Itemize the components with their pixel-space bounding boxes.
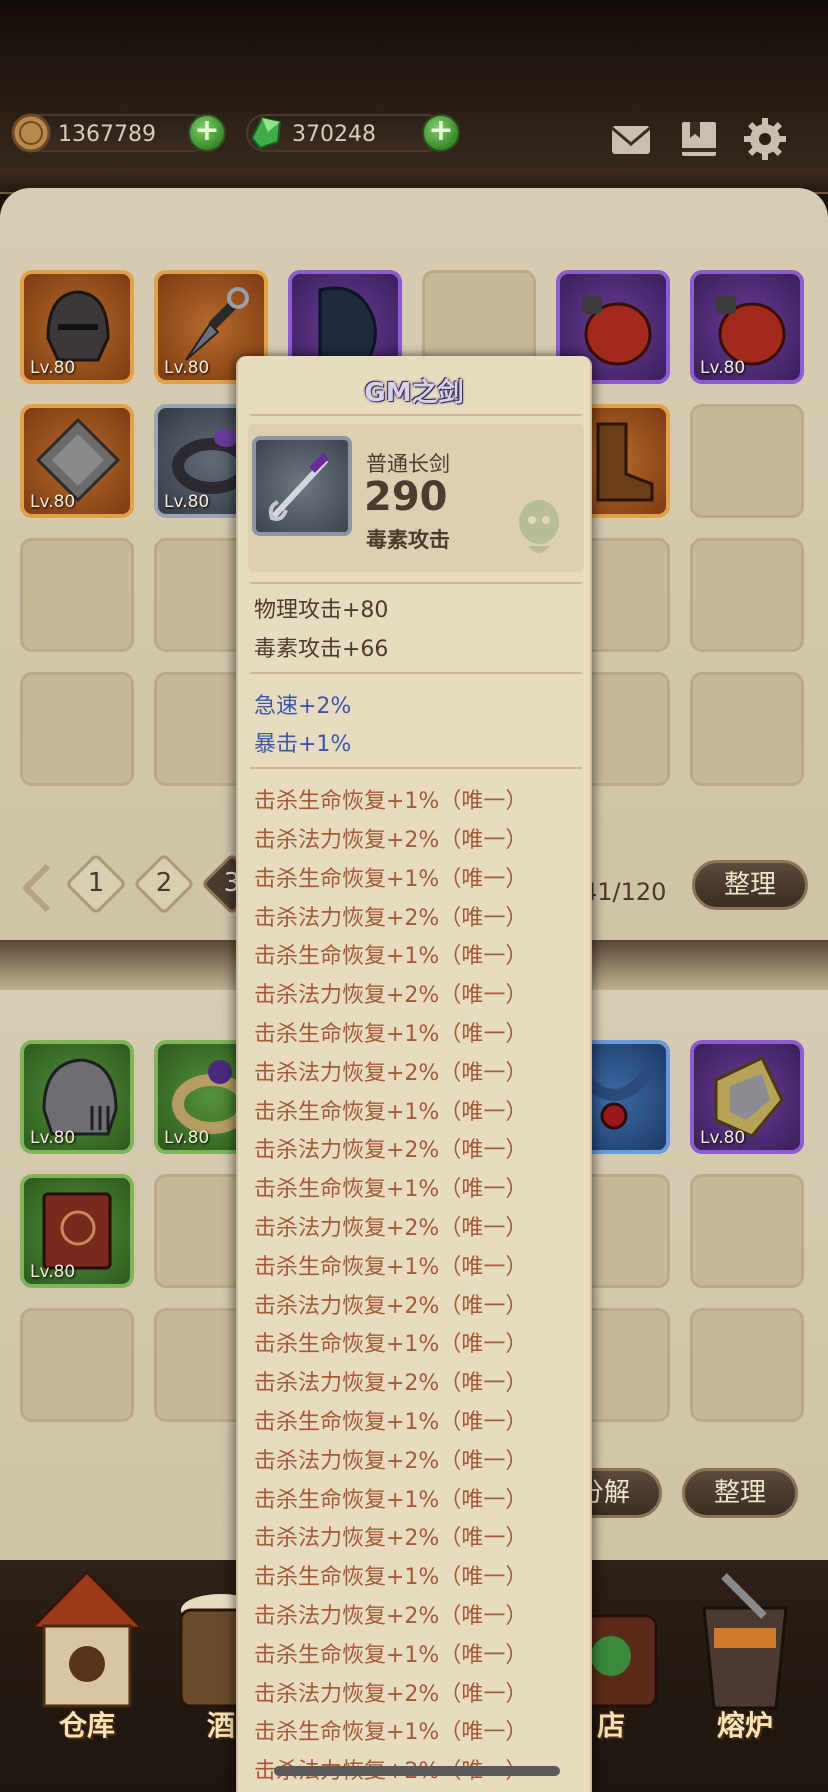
divider	[250, 671, 582, 674]
unique-stat: 击杀法力恢复+2%（唯一）	[254, 1448, 528, 1474]
nav-label: 熔炉	[716, 1709, 773, 1742]
damage-element: 毒素攻击	[366, 528, 450, 552]
equipment-slot-empty[interactable]	[690, 1308, 804, 1422]
mail-icon[interactable]	[608, 116, 654, 162]
sort-equipment-button[interactable]: 整理	[682, 1468, 798, 1518]
sort-button[interactable]: 整理	[692, 860, 808, 910]
inventory-slot[interactable]: Lv.80	[20, 270, 134, 384]
gold-coin-icon	[11, 113, 51, 153]
unique-stat: 击杀法力恢复+2%（唯一）	[254, 1604, 528, 1629]
unique-stat: 击杀法力恢复+2%（唯一）	[254, 1681, 528, 1707]
unique-stat: 击杀生命恢复+1%（唯一）	[254, 1254, 528, 1280]
base-stat: 物理攻击+80	[254, 598, 389, 623]
warehouse-icon	[28, 1569, 146, 1708]
divider	[250, 414, 582, 416]
item-level: Lv.80	[164, 358, 210, 378]
unique-stat: 击杀生命恢复+1%（唯一）	[254, 866, 528, 892]
unique-stat: 击杀法力恢复+2%（唯一）	[254, 1526, 528, 1552]
page-number: 2	[155, 868, 173, 898]
item-name: GM之剑	[364, 378, 464, 408]
bookmark-icon[interactable]	[676, 116, 722, 162]
unique-stat: 击杀生命恢复+1%（唯一）	[254, 1177, 528, 1203]
item-level: Lv.80	[30, 1128, 76, 1148]
equipment-slot-empty[interactable]	[690, 1174, 804, 1288]
nav-warehouse[interactable]: 仓库	[12, 1560, 162, 1760]
page-number: 1	[87, 868, 105, 898]
unique-stat: 击杀法力恢复+2%（唯一）	[254, 1060, 528, 1086]
inventory-slot[interactable]: Lv.80	[20, 404, 134, 518]
unique-stat: 击杀生命恢复+1%（唯一）	[254, 944, 528, 970]
divider	[250, 582, 582, 584]
green-gem-icon	[250, 116, 282, 150]
equipment-slot[interactable]: Lv.80	[20, 1174, 134, 1288]
settings-gear-icon[interactable]	[742, 116, 788, 162]
unique-stat: 击杀法力恢复+2%（唯一）	[254, 1371, 528, 1397]
unique-stat: 击杀法力恢复+2%（唯一）	[254, 983, 528, 1009]
unique-stat: 击杀生命恢复+1%（唯一）	[254, 789, 528, 815]
item-level: Lv.80	[30, 492, 76, 512]
equipment-slot[interactable]: Lv.80	[20, 1040, 134, 1154]
nav-label: 仓库	[58, 1709, 115, 1742]
item-level: Lv.80	[30, 1262, 76, 1282]
item-level: Lv.80	[30, 358, 76, 378]
unique-stat: 击杀生命恢复+1%（唯一）	[254, 1022, 528, 1047]
gem-currency: 370248 +	[246, 114, 460, 152]
inventory-slot-empty[interactable]	[690, 538, 804, 652]
gold-amount: 1367789	[58, 122, 156, 147]
inventory-slot[interactable]: Lv.80	[690, 270, 804, 384]
secondary-stat: 急速+2%	[254, 693, 352, 719]
unique-stat: 击杀生命恢复+1%（唯一）	[254, 1720, 528, 1746]
unique-stat: 击杀法力恢复+2%（唯一）	[254, 828, 528, 853]
unique-stat: 击杀生命恢复+1%（唯一）	[254, 1487, 528, 1513]
equipment-slot-empty[interactable]	[20, 1308, 134, 1422]
item-tooltip: GM之剑 普通长剑 290 毒素攻击 物理攻击+80 毒素攻击+66 急速+2% 暴击…	[236, 356, 592, 1792]
inventory-slot-empty[interactable]	[20, 538, 134, 652]
longsword-icon	[268, 453, 329, 521]
unique-stat: 击杀生命恢复+1%（唯一）	[254, 1642, 528, 1668]
unique-stat: 击杀法力恢复+2%（唯一）	[254, 1293, 528, 1319]
unique-stat: 击杀法力恢复+2%（唯一）	[254, 1138, 528, 1164]
add-gold-button[interactable]: +	[188, 114, 226, 152]
secondary-stat: 暴击+1%	[254, 732, 352, 758]
item-level: Lv.80	[164, 1128, 210, 1148]
base-stat: 毒素攻击+66	[254, 636, 389, 662]
slot-counter: 41/120	[582, 878, 667, 906]
item-level: Lv.80	[164, 492, 210, 512]
unique-stat: 击杀法力恢复+2%（唯一）	[254, 1216, 528, 1241]
item-power: 290	[364, 474, 448, 520]
home-indicator	[274, 1766, 560, 1776]
item-level: Lv.80	[700, 1128, 746, 1148]
chevron-left-icon[interactable]	[20, 862, 54, 914]
unique-stat: 击杀生命恢复+1%（唯一）	[254, 1099, 528, 1125]
gem-amount: 370248	[292, 122, 376, 147]
furnace-icon	[702, 1573, 788, 1710]
equipment-slot[interactable]: Lv.80	[690, 1040, 804, 1154]
inventory-slot-empty[interactable]	[690, 672, 804, 786]
nav-furnace[interactable]: 熔炉	[670, 1560, 820, 1760]
unique-stat: 击杀生命恢复+1%（唯一）	[254, 1332, 528, 1358]
unique-stat: 击杀生命恢复+1%（唯一）	[254, 1410, 528, 1435]
add-gems-button[interactable]: +	[422, 114, 460, 152]
divider	[250, 767, 582, 770]
item-level: Lv.80	[700, 358, 746, 378]
inventory-slot-empty[interactable]	[20, 672, 134, 786]
poison-skull-icon	[519, 500, 559, 553]
item-icon-frame	[252, 436, 352, 536]
inventory-slot-empty[interactable]	[690, 404, 804, 518]
unique-stat: 击杀法力恢复+2%（唯一）	[254, 905, 528, 931]
gold-currency: 1367789 +	[11, 113, 226, 153]
unique-stat: 击杀生命恢复+1%（唯一）	[254, 1565, 528, 1591]
